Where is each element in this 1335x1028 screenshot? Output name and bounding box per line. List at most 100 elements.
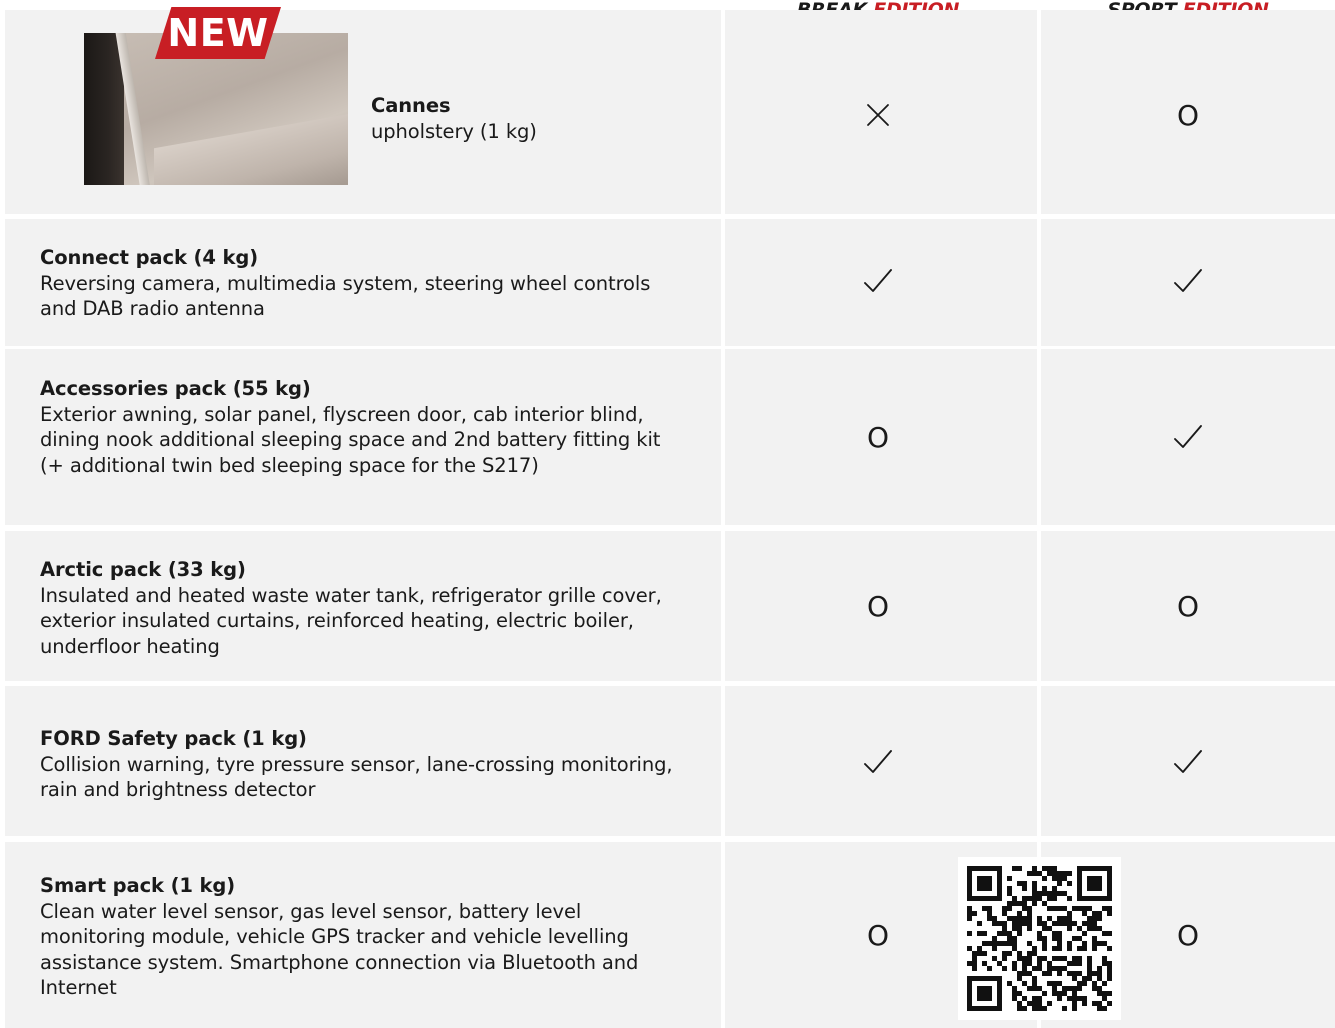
qr-module [1027,956,1032,961]
qr-module [1047,1001,1052,1006]
qr-module [1057,956,1062,961]
qr-module [1107,871,1112,876]
qr-module [1072,991,1077,996]
qr-module [977,921,982,926]
qr-module [967,991,972,996]
qr-module [1027,871,1032,876]
qr-module [1012,926,1017,931]
qr-module [1007,951,1012,956]
qr-module [1007,886,1012,891]
qr-module [1097,881,1102,886]
qr-module [977,881,982,886]
option-mark: O [858,417,898,457]
qr-module [1047,906,1052,911]
qr-module [1022,901,1027,906]
qr-module [997,886,1002,891]
qr-module [1082,981,1087,986]
qr-module [1007,931,1012,936]
qr-code[interactable] [958,857,1121,1020]
qr-module [1042,926,1047,931]
qr-module [1107,911,1112,916]
row-body: Reversing camera, multimedia system, ste… [40,271,651,321]
qr-module [992,1006,997,1011]
qr-module [1012,991,1017,996]
qr-module [1042,921,1047,926]
qr-module [1057,936,1062,941]
qr-module [992,946,997,951]
qr-module [1082,941,1087,946]
qr-module [1102,956,1107,961]
qr-module [1087,921,1092,926]
qr-module [1012,866,1017,871]
qr-module [972,966,977,971]
qr-module [967,1006,972,1011]
qr-module [1092,926,1097,931]
qr-module [1007,936,1012,941]
qr-module [1037,871,1042,876]
qr-module [1102,996,1107,1001]
qr-module [1077,926,1082,931]
qr-module [1022,996,1027,1001]
qr-module [1042,876,1047,881]
qr-module [997,896,1002,901]
qr-module [1107,991,1112,996]
qr-module [1092,986,1097,991]
qr-module [1037,961,1042,966]
qr-module [967,881,972,886]
qr-module [997,921,1002,926]
qr-module [1092,921,1097,926]
qr-module [1012,941,1017,946]
qr-module [1087,976,1092,981]
qr-module [1012,961,1017,966]
qr-module [1092,911,1097,916]
qr-module [1097,976,1102,981]
qr-module [987,916,992,921]
check-icon [858,261,898,301]
qr-module [1062,986,1067,991]
qr-module [997,1006,1002,1011]
qr-module [1042,1006,1047,1011]
qr-module [977,866,982,871]
qr-module [1032,986,1037,991]
qr-module [1092,981,1097,986]
qr-module [997,961,1002,966]
cross-icon [858,95,898,135]
qr-module [1032,976,1037,981]
row-title: Accessories pack (55 kg) [40,377,311,400]
qr-module [1092,881,1097,886]
qr-module [1017,901,1022,906]
qr-module [1082,946,1087,951]
qr-module [1087,916,1092,921]
qr-module [982,896,987,901]
qr-module [1032,996,1037,1001]
qr-module [977,886,982,891]
qr-module [977,976,982,981]
qr-module [1052,966,1057,971]
qr-module [1037,986,1042,991]
qr-module [1037,931,1042,936]
qr-module [1102,896,1107,901]
qr-module [1062,991,1067,996]
qr-module [1027,926,1032,931]
qr-module [1002,966,1007,971]
qr-module [1062,966,1067,971]
check-icon [1168,417,1208,457]
qr-module [997,981,1002,986]
qr-module [997,881,1002,886]
qr-module [1082,866,1087,871]
qr-module [1057,991,1062,996]
qr-module [967,896,972,901]
qr-module [987,941,992,946]
qr-module [1037,916,1042,921]
qr-module [1057,971,1062,976]
qr-module [977,931,982,936]
qr-module [1047,916,1052,921]
qr-module [1057,891,1062,896]
qr-module [1012,966,1017,971]
qr-module [1027,921,1032,926]
qr-module [987,996,992,1001]
qr-module [967,986,972,991]
qr-module [1017,921,1022,926]
qr-module [992,916,997,921]
row-description: Smart pack (1 kg) Clean water level sens… [40,873,680,1001]
